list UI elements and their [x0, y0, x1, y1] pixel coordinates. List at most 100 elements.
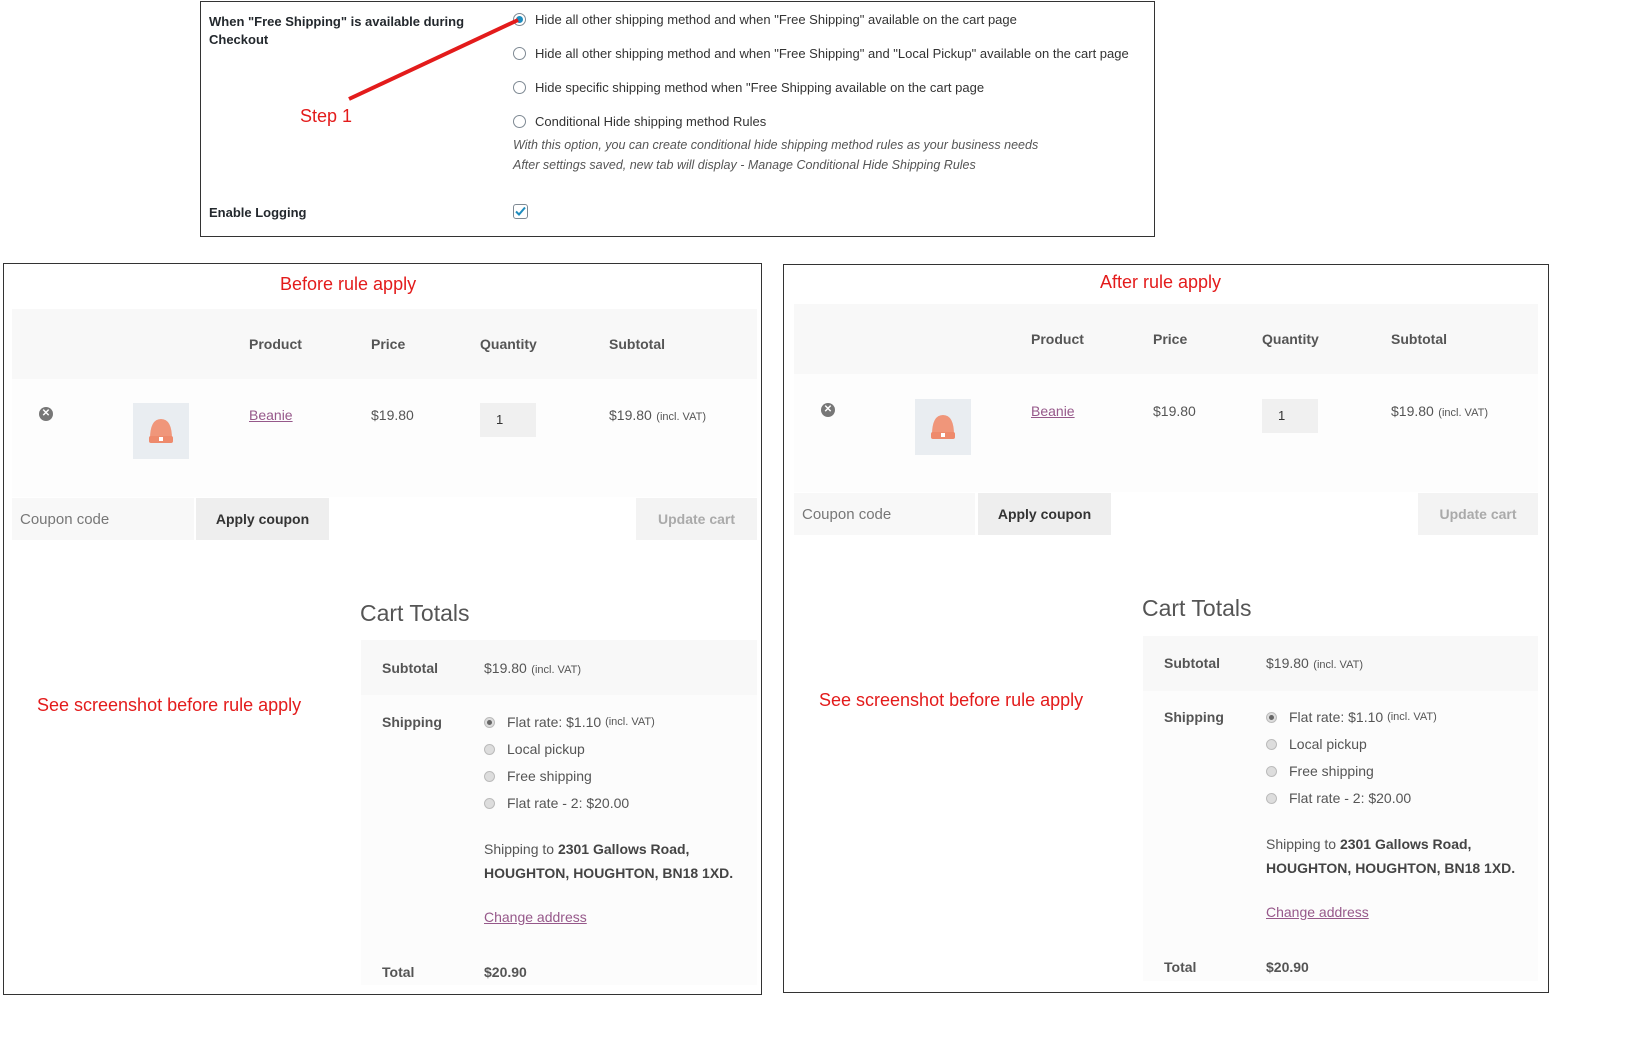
- radio-button[interactable]: [484, 716, 495, 728]
- shipping-to-label: Shipping to: [1266, 836, 1337, 852]
- shipping-option-label: Free shipping: [507, 768, 592, 784]
- shipping-option-flat-rate-2[interactable]: Flat rate - 2: $20.00: [1266, 790, 1411, 806]
- radio-button[interactable]: [1266, 711, 1277, 723]
- shipping-label: Shipping: [1164, 709, 1224, 725]
- subtotal-value: $19.80: [1391, 403, 1434, 419]
- apply-coupon-button[interactable]: Apply coupon: [978, 493, 1111, 535]
- vat-note: (incl. VAT): [531, 664, 581, 676]
- quantity-input[interactable]: 1: [1262, 399, 1318, 433]
- option-hide-all-free-shipping[interactable]: Hide all other shipping method and when …: [513, 12, 1017, 27]
- shipping-option-label: Local pickup: [507, 741, 585, 757]
- cart-subtotal: $19.80 (incl. VAT): [484, 660, 581, 678]
- option-label: Conditional Hide shipping method Rules: [535, 114, 767, 129]
- cart-subtotal-value: $19.80: [1266, 655, 1309, 671]
- option-hide-specific[interactable]: Hide specific shipping method when "Free…: [513, 80, 984, 95]
- before-note: See screenshot before rule apply: [37, 695, 302, 715]
- step1-label: Step 1: [300, 106, 353, 126]
- product-subtotal: $19.80 (incl. VAT): [609, 407, 706, 425]
- shipping-option-flat-rate[interactable]: Flat rate: $1.10 (incl. VAT): [1266, 709, 1437, 725]
- option-description-2: After settings saved, new tab will displ…: [513, 158, 976, 172]
- enable-logging-label: Enable Logging: [209, 205, 307, 220]
- shipping-option-local-pickup[interactable]: Local pickup: [1266, 736, 1367, 752]
- radio-button[interactable]: [1266, 792, 1277, 804]
- after-title: After rule apply: [1100, 272, 1222, 292]
- shipping-option-free-shipping[interactable]: Free shipping: [1266, 763, 1374, 779]
- option-label: Hide specific shipping method when "Free…: [535, 80, 985, 95]
- beanie-icon: [931, 415, 955, 439]
- subtotal-label: Subtotal: [382, 660, 438, 676]
- coupon-code-input[interactable]: Coupon code: [12, 498, 194, 540]
- shipping-option-label: Flat rate - 2: $20.00: [507, 795, 630, 811]
- remove-item-icon[interactable]: ✕: [39, 407, 53, 421]
- option-hide-all-free-and-local[interactable]: Hide all other shipping method and when …: [513, 46, 1129, 61]
- cart-subtotal-value: $19.80: [484, 660, 527, 676]
- radio-button[interactable]: [484, 770, 495, 782]
- table-row: [12, 379, 757, 497]
- header-subtotal: Subtotal: [609, 336, 665, 352]
- shipping-option-label: Local pickup: [1289, 736, 1367, 752]
- address-line-1: 2301 Gallows Road,: [557, 841, 690, 857]
- product-link[interactable]: Beanie: [249, 407, 293, 423]
- coupon-code-input[interactable]: Coupon code: [794, 493, 975, 535]
- radio-button[interactable]: [484, 743, 495, 755]
- option-label: Hide all other shipping method and when …: [535, 46, 1129, 61]
- cart-subtotal: $19.80 (incl. VAT): [1266, 655, 1363, 673]
- radio-button[interactable]: [1266, 738, 1277, 750]
- product-subtotal: $19.80 (incl. VAT): [1391, 403, 1488, 421]
- update-cart-button[interactable]: Update cart: [636, 498, 757, 540]
- shipping-option-flat-rate-2[interactable]: Flat rate - 2: $20.00: [484, 795, 629, 811]
- total-value: $20.90: [1266, 959, 1309, 975]
- vat-note: (incl. VAT): [1387, 711, 1437, 723]
- total-value: $20.90: [484, 964, 527, 980]
- update-cart-button[interactable]: Update cart: [1418, 493, 1538, 535]
- header-price: Price: [1153, 331, 1188, 347]
- product-price: $19.80: [371, 407, 414, 423]
- vat-note: (incl. VAT): [1438, 407, 1488, 419]
- after-panel: After rule apply Product Price Quantity …: [783, 264, 1549, 993]
- before-panel: Before rule apply Product Price Quantity…: [3, 263, 762, 995]
- shipping-option-local-pickup[interactable]: Local pickup: [484, 741, 585, 757]
- quantity-input[interactable]: 1: [480, 403, 536, 437]
- vat-note: (incl. VAT): [656, 411, 706, 423]
- address-line-2: HOUGHTON, HOUGHTON, BN18 1XD.: [1266, 860, 1516, 876]
- shipping-option-flat-rate[interactable]: Flat rate: $1.10 (incl. VAT): [484, 714, 655, 730]
- product-thumbnail[interactable]: [915, 399, 971, 455]
- subtotal-label: Subtotal: [1164, 655, 1220, 671]
- remove-item-icon[interactable]: ✕: [821, 403, 835, 417]
- radio-button[interactable]: [484, 797, 495, 809]
- shipping-address: Shipping to 2301 Gallows Road, HOUGHTON,…: [484, 837, 733, 885]
- option-description-1: With this option, you can create conditi…: [513, 138, 1039, 152]
- change-address-link[interactable]: Change address: [1266, 904, 1369, 920]
- before-title: Before rule apply: [280, 274, 417, 294]
- address-line-2: HOUGHTON, HOUGHTON, BN18 1XD.: [484, 865, 734, 881]
- header-product: Product: [249, 336, 302, 352]
- product-price: $19.80: [1153, 403, 1196, 419]
- shipping-to-label: Shipping to: [484, 841, 555, 857]
- vat-note: (incl. VAT): [605, 716, 655, 728]
- shipping-option-free-shipping[interactable]: Free shipping: [484, 768, 592, 784]
- enable-logging-checkbox[interactable]: [513, 204, 528, 219]
- shipping-option-label: Flat rate: $1.10: [1289, 709, 1384, 725]
- subtotal-value: $19.80: [609, 407, 652, 423]
- shipping-option-label: Free shipping: [1289, 763, 1374, 779]
- checkmark-icon: [515, 206, 526, 216]
- product-link[interactable]: Beanie: [1031, 403, 1075, 419]
- header-product: Product: [1031, 331, 1084, 347]
- total-label: Total: [1164, 959, 1197, 975]
- shipping-option-label: Flat rate - 2: $20.00: [1289, 790, 1412, 806]
- apply-coupon-button[interactable]: Apply coupon: [196, 498, 329, 540]
- header-subtotal: Subtotal: [1391, 331, 1447, 347]
- shipping-address: Shipping to 2301 Gallows Road, HOUGHTON,…: [1266, 832, 1515, 880]
- product-thumbnail[interactable]: [133, 403, 189, 459]
- option-conditional-rules[interactable]: Conditional Hide shipping method Rules: [513, 114, 766, 129]
- change-address-link[interactable]: Change address: [484, 909, 587, 925]
- radio-button[interactable]: [513, 115, 526, 128]
- vat-note: (incl. VAT): [1313, 659, 1363, 671]
- cart-totals-title: Cart Totals: [360, 600, 470, 626]
- beanie-icon: [149, 419, 173, 443]
- after-note: See screenshot before rule apply: [819, 690, 1084, 710]
- radio-button[interactable]: [1266, 765, 1277, 777]
- step1-arrow: [348, 18, 519, 101]
- address-line-1: 2301 Gallows Road,: [1339, 836, 1472, 852]
- header-quantity: Quantity: [1262, 331, 1319, 347]
